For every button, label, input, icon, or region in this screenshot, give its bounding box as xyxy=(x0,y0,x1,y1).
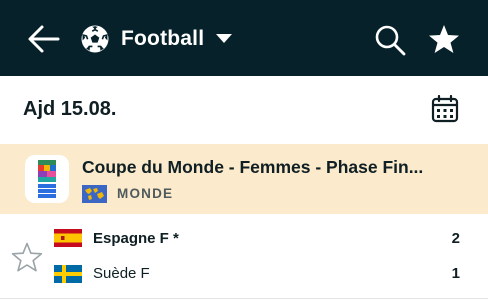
row-divider xyxy=(0,298,488,299)
search-icon[interactable] xyxy=(374,24,406,56)
world-flag-icon xyxy=(82,185,107,203)
top-app-bar xyxy=(0,0,488,76)
date-label[interactable]: Ajd 15.08. xyxy=(23,98,116,121)
soccer-ball-icon xyxy=(81,25,109,53)
league-header[interactable] xyxy=(0,144,488,214)
calendar-icon[interactable] xyxy=(431,95,459,123)
sport-selector[interactable]: Football xyxy=(80,20,233,58)
sweden-flag-icon xyxy=(54,265,82,283)
sport-title: Football xyxy=(121,27,205,50)
home-team-score: 2 xyxy=(451,230,460,247)
spain-flag-icon xyxy=(54,229,82,247)
back-arrow-icon[interactable] xyxy=(27,24,61,54)
favorites-star-icon[interactable] xyxy=(428,23,460,55)
world-cup-logo-icon xyxy=(25,155,69,203)
caret-down-icon xyxy=(216,34,233,43)
league-name: Coupe du Monde - Femmes - Phase Fin... xyxy=(82,157,424,177)
home-team-name: Espagne F * xyxy=(93,230,179,247)
league-country: MONDE xyxy=(117,186,174,201)
match-row[interactable] xyxy=(0,214,488,300)
away-team-name: Suède F xyxy=(93,265,150,282)
star-outline-icon[interactable] xyxy=(11,241,43,273)
date-bar: Ajd 15.08. xyxy=(0,76,488,144)
away-team-score: 1 xyxy=(451,265,460,282)
